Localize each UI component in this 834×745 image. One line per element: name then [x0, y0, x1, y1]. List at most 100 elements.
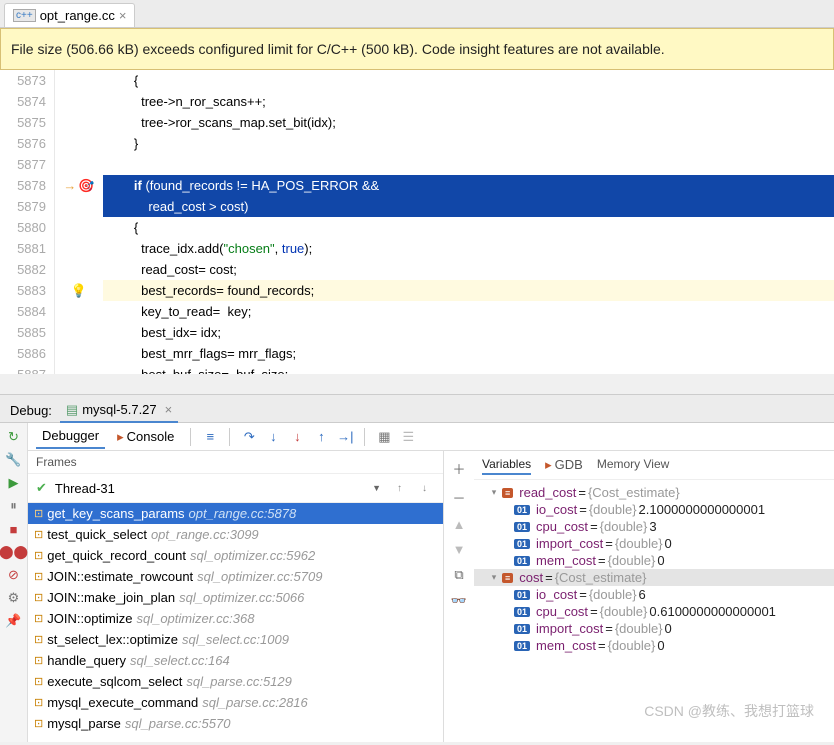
frame-location: sql_select.cc:164 [130, 653, 230, 668]
variable-row[interactable]: 01 import_cost = {double} 0 [474, 620, 834, 637]
frame-location: sql_parse.cc:5570 [125, 716, 231, 731]
gear-icon[interactable]: ⚙ [6, 590, 22, 606]
frame-name: get_quick_record_count [47, 548, 186, 563]
check-icon: ✔ [36, 480, 47, 496]
editor-tab-bar: c++ opt_range.cc × [0, 0, 834, 28]
frame-up-icon[interactable]: ↑ [387, 483, 412, 494]
run-config-name: mysql-5.7.27 [82, 402, 156, 417]
frames-header: Frames [28, 451, 443, 474]
glasses-icon[interactable]: 👓 [451, 593, 467, 609]
frame-location: sql_optimizer.cc:5962 [190, 548, 315, 563]
frame-down-icon[interactable]: ↓ [412, 483, 437, 494]
pause-button[interactable]: ⏸ [6, 498, 22, 514]
mute-breakpoints-button[interactable]: ⊘ [6, 567, 22, 583]
duplicate-button[interactable]: ⧉ [454, 567, 463, 583]
stack-frame[interactable]: ⊡ JOIN::make_join_plan sql_optimizer.cc:… [28, 587, 443, 608]
code-editor[interactable]: 5873587458755876587758785879588058815882… [0, 70, 834, 374]
variables-tabs: Variables ▸GDB Memory View [474, 451, 834, 480]
expand-icon[interactable]: ▾ [488, 487, 500, 498]
move-down-button[interactable]: ▼ [453, 542, 466, 557]
variables-toolbar: ＋ － ▲ ▼ ⧉ 👓 [444, 451, 474, 742]
stack-frame[interactable]: ⊡ get_key_scans_params opt_range.cc:5878 [28, 503, 443, 524]
frame-icon: ⊡ [34, 591, 43, 604]
step-out-icon[interactable]: ↑ [312, 428, 330, 446]
remove-watch-button[interactable]: － [452, 488, 465, 507]
frames-panel: Frames ✔Thread-31 ▼ ↑ ↓ ⊡ get_key_scans_… [28, 451, 444, 742]
evaluate-icon[interactable]: ▦ [375, 428, 393, 446]
stack-frame[interactable]: ⊡ get_quick_record_count sql_optimizer.c… [28, 545, 443, 566]
resume-button[interactable]: ▶ [6, 475, 22, 491]
variable-row[interactable]: 01 cpu_cost = {double} 0.610000000000000… [474, 603, 834, 620]
stack-frame[interactable]: ⊡ execute_sqlcom_select sql_parse.cc:512… [28, 671, 443, 692]
thread-selector[interactable]: ✔Thread-31 ▼ ↑ ↓ [28, 474, 443, 503]
stack-frame[interactable]: ⊡ JOIN::estimate_rowcount sql_optimizer.… [28, 566, 443, 587]
frame-icon: ⊡ [34, 549, 43, 562]
frame-name: test_quick_select [47, 527, 147, 542]
frame-name: JOIN::optimize [47, 611, 132, 626]
frame-name: handle_query [47, 653, 126, 668]
variable-row[interactable]: 01 import_cost = {double} 0 [474, 535, 834, 552]
settings-button[interactable]: 🔧 [6, 452, 22, 468]
step-over-icon[interactable]: ↷ [240, 428, 258, 446]
frame-name: execute_sqlcom_select [47, 674, 182, 689]
frame-location: sql_parse.cc:5129 [186, 674, 292, 689]
frame-location: sql_optimizer.cc:5709 [197, 569, 322, 584]
line-gutter: 5873587458755876587758785879588058815882… [0, 70, 55, 374]
frame-name: JOIN::estimate_rowcount [47, 569, 193, 584]
stack-frame[interactable]: ⊡ st_select_lex::optimize sql_select.cc:… [28, 629, 443, 650]
variable-row[interactable]: ▾ ≡ cost = {Cost_estimate} [474, 569, 834, 586]
view-breakpoints-button[interactable]: ⬤⬤ [6, 544, 22, 560]
chevron-down-icon[interactable]: ▼ [372, 483, 387, 493]
frame-location: sql_optimizer.cc:5066 [179, 590, 304, 605]
expand-icon[interactable]: ▾ [488, 572, 500, 583]
run-to-cursor-icon[interactable]: →| [336, 428, 354, 446]
variable-row[interactable]: 01 io_cost = {double} 2.1000000000000001 [474, 501, 834, 518]
frame-location: opt_range.cc:3099 [151, 527, 259, 542]
frame-location: opt_range.cc:5878 [189, 506, 297, 521]
tab-variables[interactable]: Variables [482, 455, 531, 475]
stack-frame[interactable]: ⊡ JOIN::optimize sql_optimizer.cc:368 [28, 608, 443, 629]
variable-row[interactable]: 01 cpu_cost = {double} 3 [474, 518, 834, 535]
tab-console[interactable]: ▸Console [111, 425, 180, 449]
frame-icon: ⊡ [34, 675, 43, 688]
variable-row[interactable]: 01 mem_cost = {double} 0 [474, 552, 834, 569]
frame-icon: ⊡ [34, 696, 43, 709]
tab-debugger[interactable]: Debugger [36, 424, 105, 449]
threads-icon[interactable]: ≡ [201, 428, 219, 446]
frame-name: st_select_lex::optimize [47, 632, 178, 647]
debug-header: Debug: ▤ mysql-5.7.27 × [0, 394, 834, 422]
frame-name: JOIN::make_join_plan [47, 590, 175, 605]
file-size-warning: File size (506.66 kB) exceeds configured… [0, 28, 834, 70]
add-watch-button[interactable]: ＋ [452, 459, 465, 478]
debug-label: Debug: [10, 403, 52, 418]
force-step-into-icon[interactable]: ↓ [288, 428, 306, 446]
frame-icon: ⊡ [34, 717, 43, 730]
watermark: CSDN @教练、我想打篮球 [644, 701, 814, 721]
debug-toolbar: Debugger ▸Console ≡ ↷ ↓ ↓ ↑ →| ▦ ☰ [28, 423, 834, 451]
stack-frame[interactable]: ⊡ mysql_execute_command sql_parse.cc:281… [28, 692, 443, 713]
stop-button[interactable]: ■ [6, 521, 22, 537]
close-icon[interactable]: × [165, 402, 173, 417]
close-icon[interactable]: × [119, 8, 127, 23]
move-up-button[interactable]: ▲ [453, 517, 466, 532]
frame-list[interactable]: ⊡ get_key_scans_params opt_range.cc:5878… [28, 503, 443, 742]
frame-icon: ⊡ [34, 633, 43, 646]
tab-memory[interactable]: Memory View [597, 455, 669, 475]
app-icon: ▤ [66, 402, 78, 418]
variable-row[interactable]: 01 io_cost = {double} 6 [474, 586, 834, 603]
pin-button[interactable]: 📌 [6, 613, 22, 629]
stack-frame[interactable]: ⊡ test_quick_select opt_range.cc:3099 [28, 524, 443, 545]
layout-icon[interactable]: ☰ [399, 428, 417, 446]
code-area[interactable]: { tree->n_ror_scans++; tree->ror_scans_m… [103, 70, 834, 374]
step-into-icon[interactable]: ↓ [264, 428, 282, 446]
variable-row[interactable]: 01 mem_cost = {double} 0 [474, 637, 834, 654]
debug-left-toolbar: ↻ 🔧 ▶ ⏸ ■ ⬤⬤ ⊘ ⚙ 📌 [0, 423, 28, 742]
file-tab[interactable]: c++ opt_range.cc × [4, 3, 135, 27]
variables-panel: Variables ▸GDB Memory View ▾ ≡ read_cost… [474, 451, 834, 742]
stack-frame[interactable]: ⊡ handle_query sql_select.cc:164 [28, 650, 443, 671]
debug-run-config-tab[interactable]: ▤ mysql-5.7.27 × [60, 399, 178, 423]
tab-gdb[interactable]: ▸GDB [545, 455, 583, 475]
stack-frame[interactable]: ⊡ mysql_parse sql_parse.cc:5570 [28, 713, 443, 734]
rerun-button[interactable]: ↻ [6, 429, 22, 445]
variable-row[interactable]: ▾ ≡ read_cost = {Cost_estimate} [474, 484, 834, 501]
